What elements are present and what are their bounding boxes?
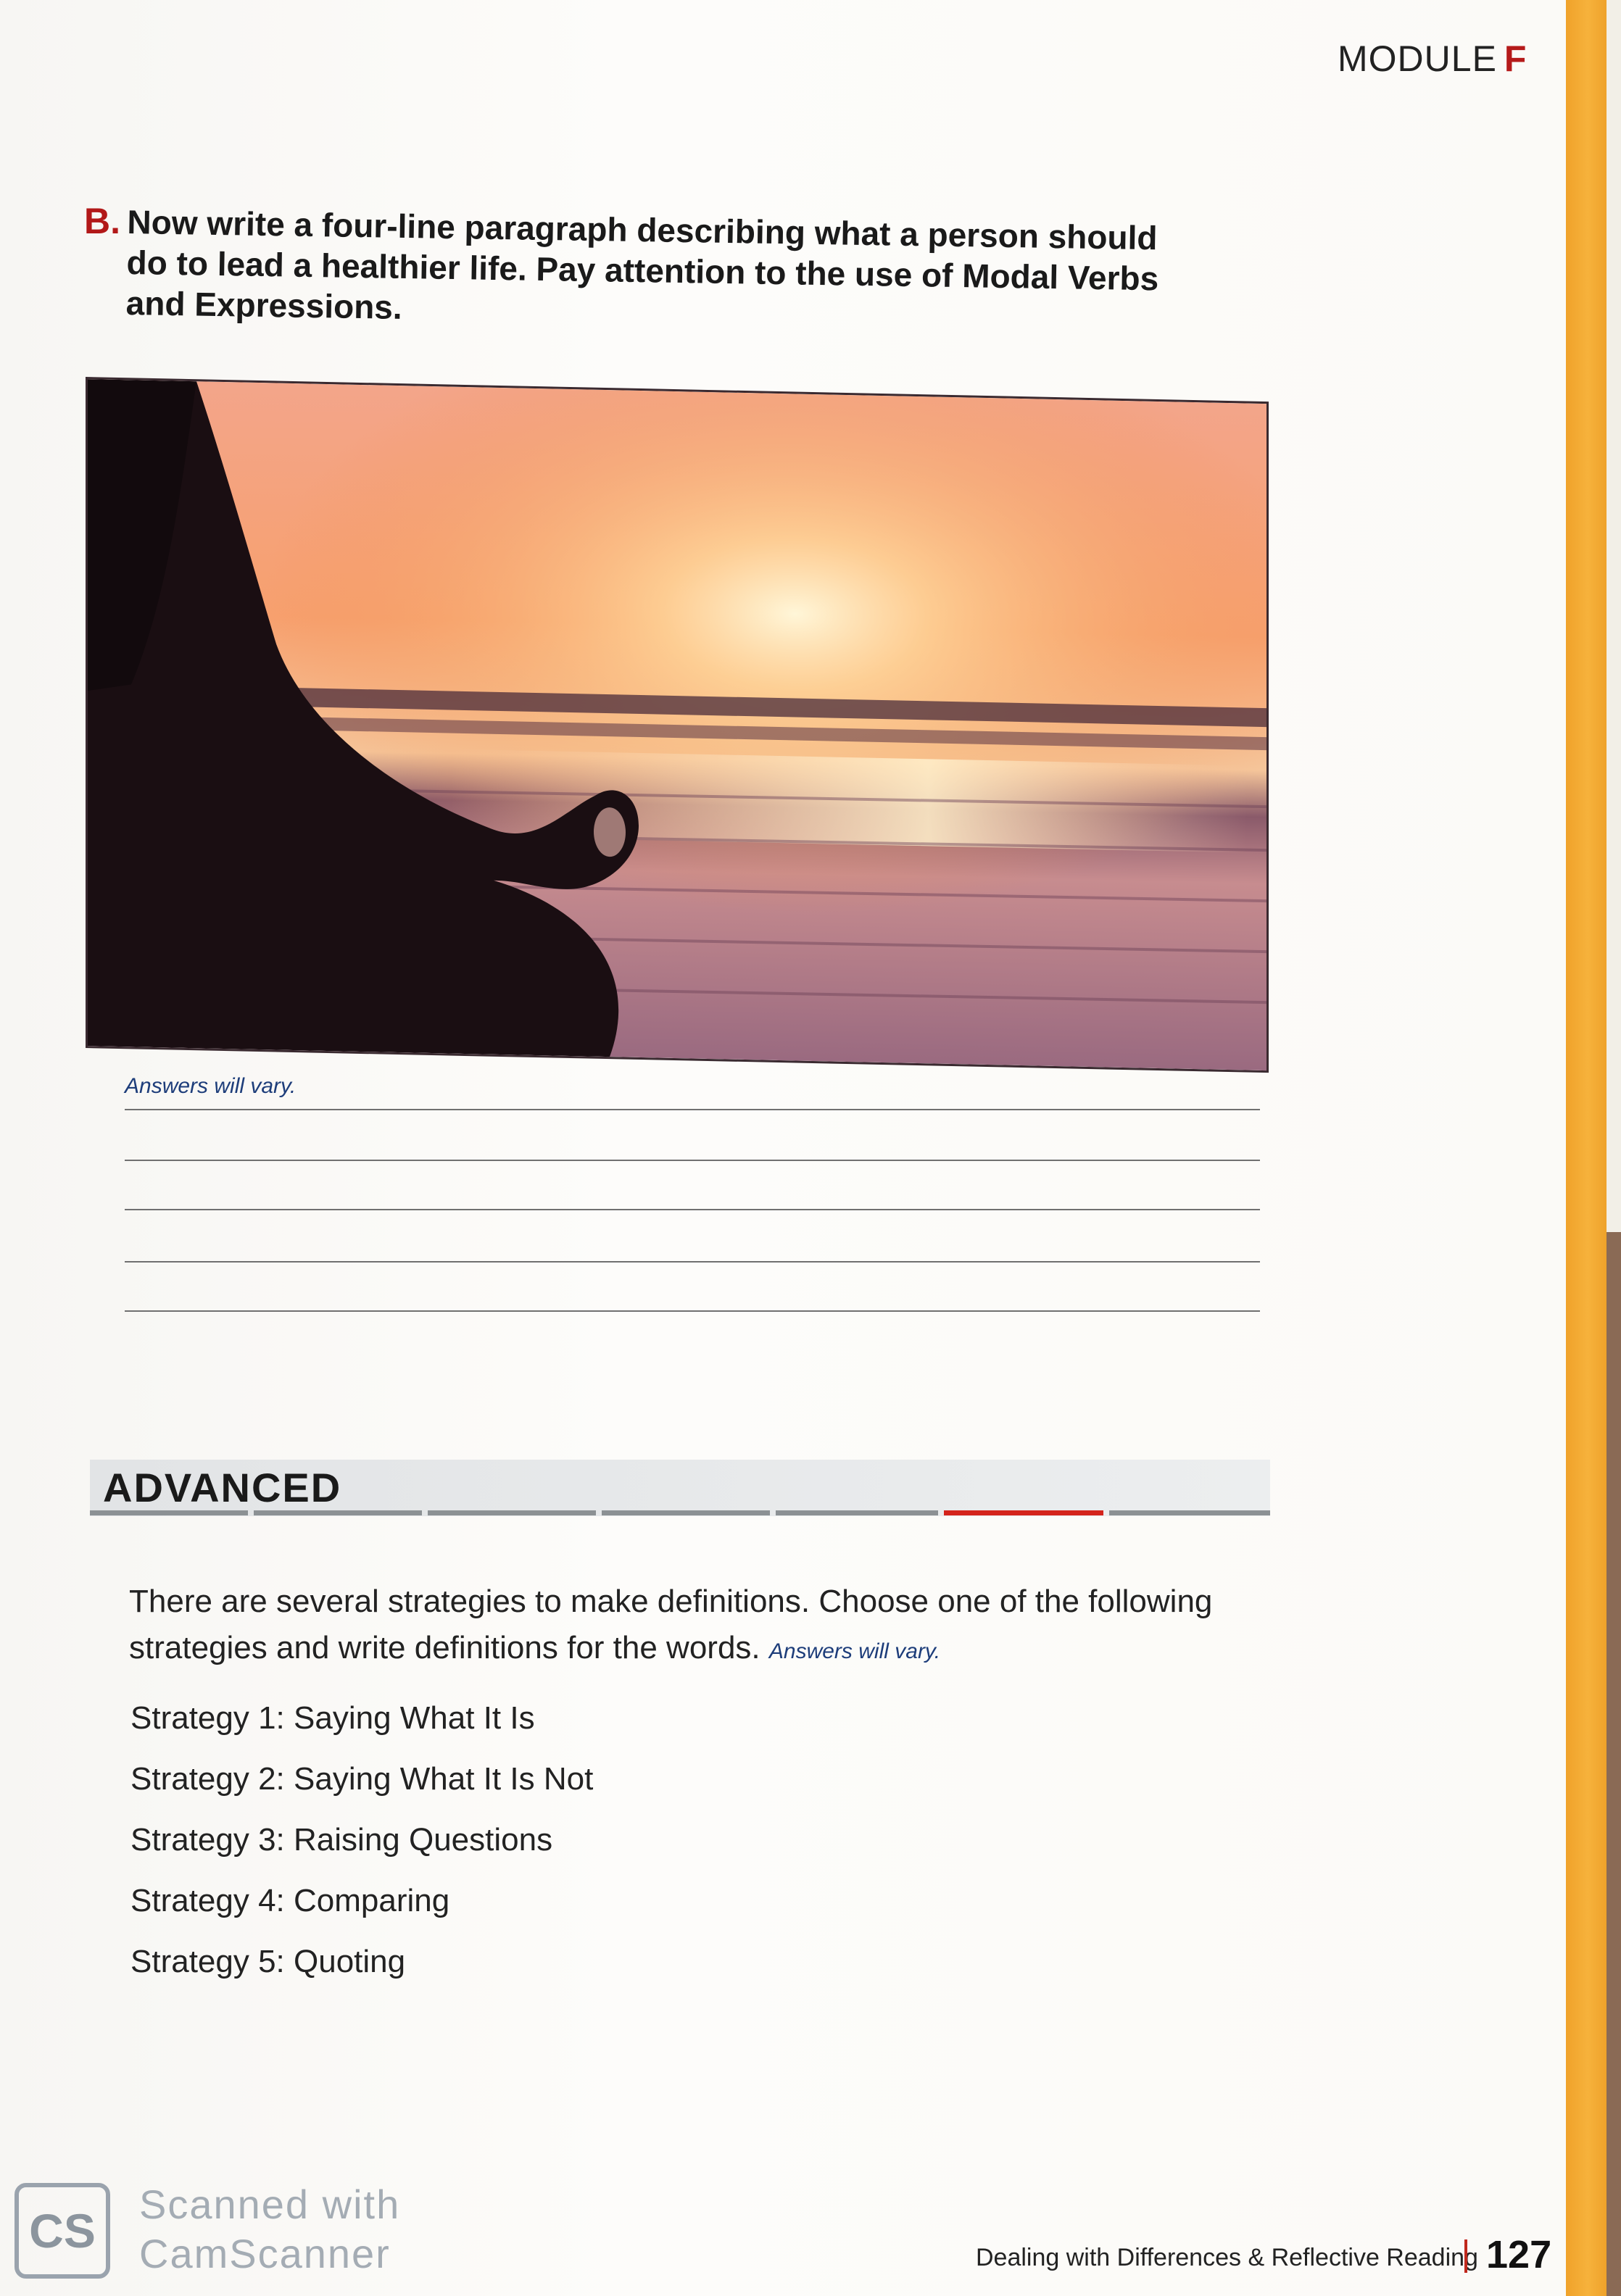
- exercise-instruction: Now write a four-line paragraph describi…: [125, 202, 1159, 326]
- adjacent-page-shadow: [1607, 1232, 1621, 2296]
- advanced-intro: There are several strategies to make def…: [129, 1578, 1260, 1675]
- page-number: 127: [1486, 2233, 1552, 2276]
- camscanner-watermark: Scanned with CamScanner: [139, 2180, 400, 2279]
- book-edge: [1566, 0, 1621, 2296]
- strategy-label: Strategy 5:: [130, 1944, 285, 1979]
- strategy-text: Raising Questions: [294, 1822, 553, 1858]
- footer-divider: [1464, 2239, 1467, 2273]
- banner-segment: [428, 1510, 596, 1515]
- strategy-item: Strategy 5: Quoting: [130, 1944, 405, 1980]
- answer-line-5[interactable]: [125, 1310, 1260, 1312]
- strategy-label: Strategy 2:: [130, 1761, 285, 1797]
- answer-line-1[interactable]: [125, 1109, 1260, 1110]
- footer-title: Dealing with Differences & Reflective Re…: [976, 2244, 1478, 2271]
- banner-segment: [602, 1510, 770, 1515]
- strategy-item: Strategy 3: Raising Questions: [130, 1822, 552, 1858]
- advanced-intro-text: There are several strategies to make def…: [129, 1584, 1213, 1665]
- strategy-text: Saying What It Is Not: [294, 1761, 594, 1797]
- answer-line-3[interactable]: [125, 1209, 1260, 1210]
- answer-line-4[interactable]: [125, 1261, 1260, 1263]
- meditation-photo-art: [88, 379, 1266, 1071]
- camscanner-logo-icon: CS: [14, 2183, 110, 2279]
- module-letter: F: [1504, 38, 1527, 79]
- exercise-letter: B.: [84, 201, 120, 241]
- watermark-line-2: CamScanner: [139, 2231, 391, 2276]
- banner-segment: [90, 1510, 248, 1515]
- strategy-item: Strategy 2: Saying What It Is Not: [130, 1761, 593, 1797]
- strategy-label: Strategy 4:: [130, 1883, 285, 1918]
- strategy-item: Strategy 1: Saying What It Is: [130, 1700, 535, 1736]
- adjacent-page-strip: [1607, 0, 1621, 1232]
- banner-segment: [1109, 1510, 1270, 1515]
- strategy-text: Saying What It Is: [294, 1700, 535, 1736]
- answer-note: Answers will vary.: [125, 1074, 297, 1098]
- strategy-label: Strategy 1:: [130, 1700, 285, 1736]
- strategy-text: Quoting: [294, 1944, 406, 1979]
- advanced-answer-note: Answers will vary.: [768, 1639, 941, 1663]
- strategy-text: Comparing: [294, 1883, 450, 1918]
- watermark-line-1: Scanned with: [139, 2181, 401, 2227]
- meditation-photo: [86, 377, 1269, 1073]
- answer-line-2[interactable]: [125, 1160, 1260, 1161]
- banner-segment-highlight: [944, 1510, 1103, 1515]
- strategy-label: Strategy 3:: [130, 1822, 285, 1858]
- banner-segment: [776, 1510, 938, 1515]
- strategy-item: Strategy 4: Comparing: [130, 1883, 449, 1919]
- module-heading: MODULE F: [1338, 38, 1527, 80]
- module-label: MODULE: [1338, 38, 1497, 79]
- banner-segment: [254, 1510, 422, 1515]
- advanced-title: ADVANCED: [103, 1465, 342, 1510]
